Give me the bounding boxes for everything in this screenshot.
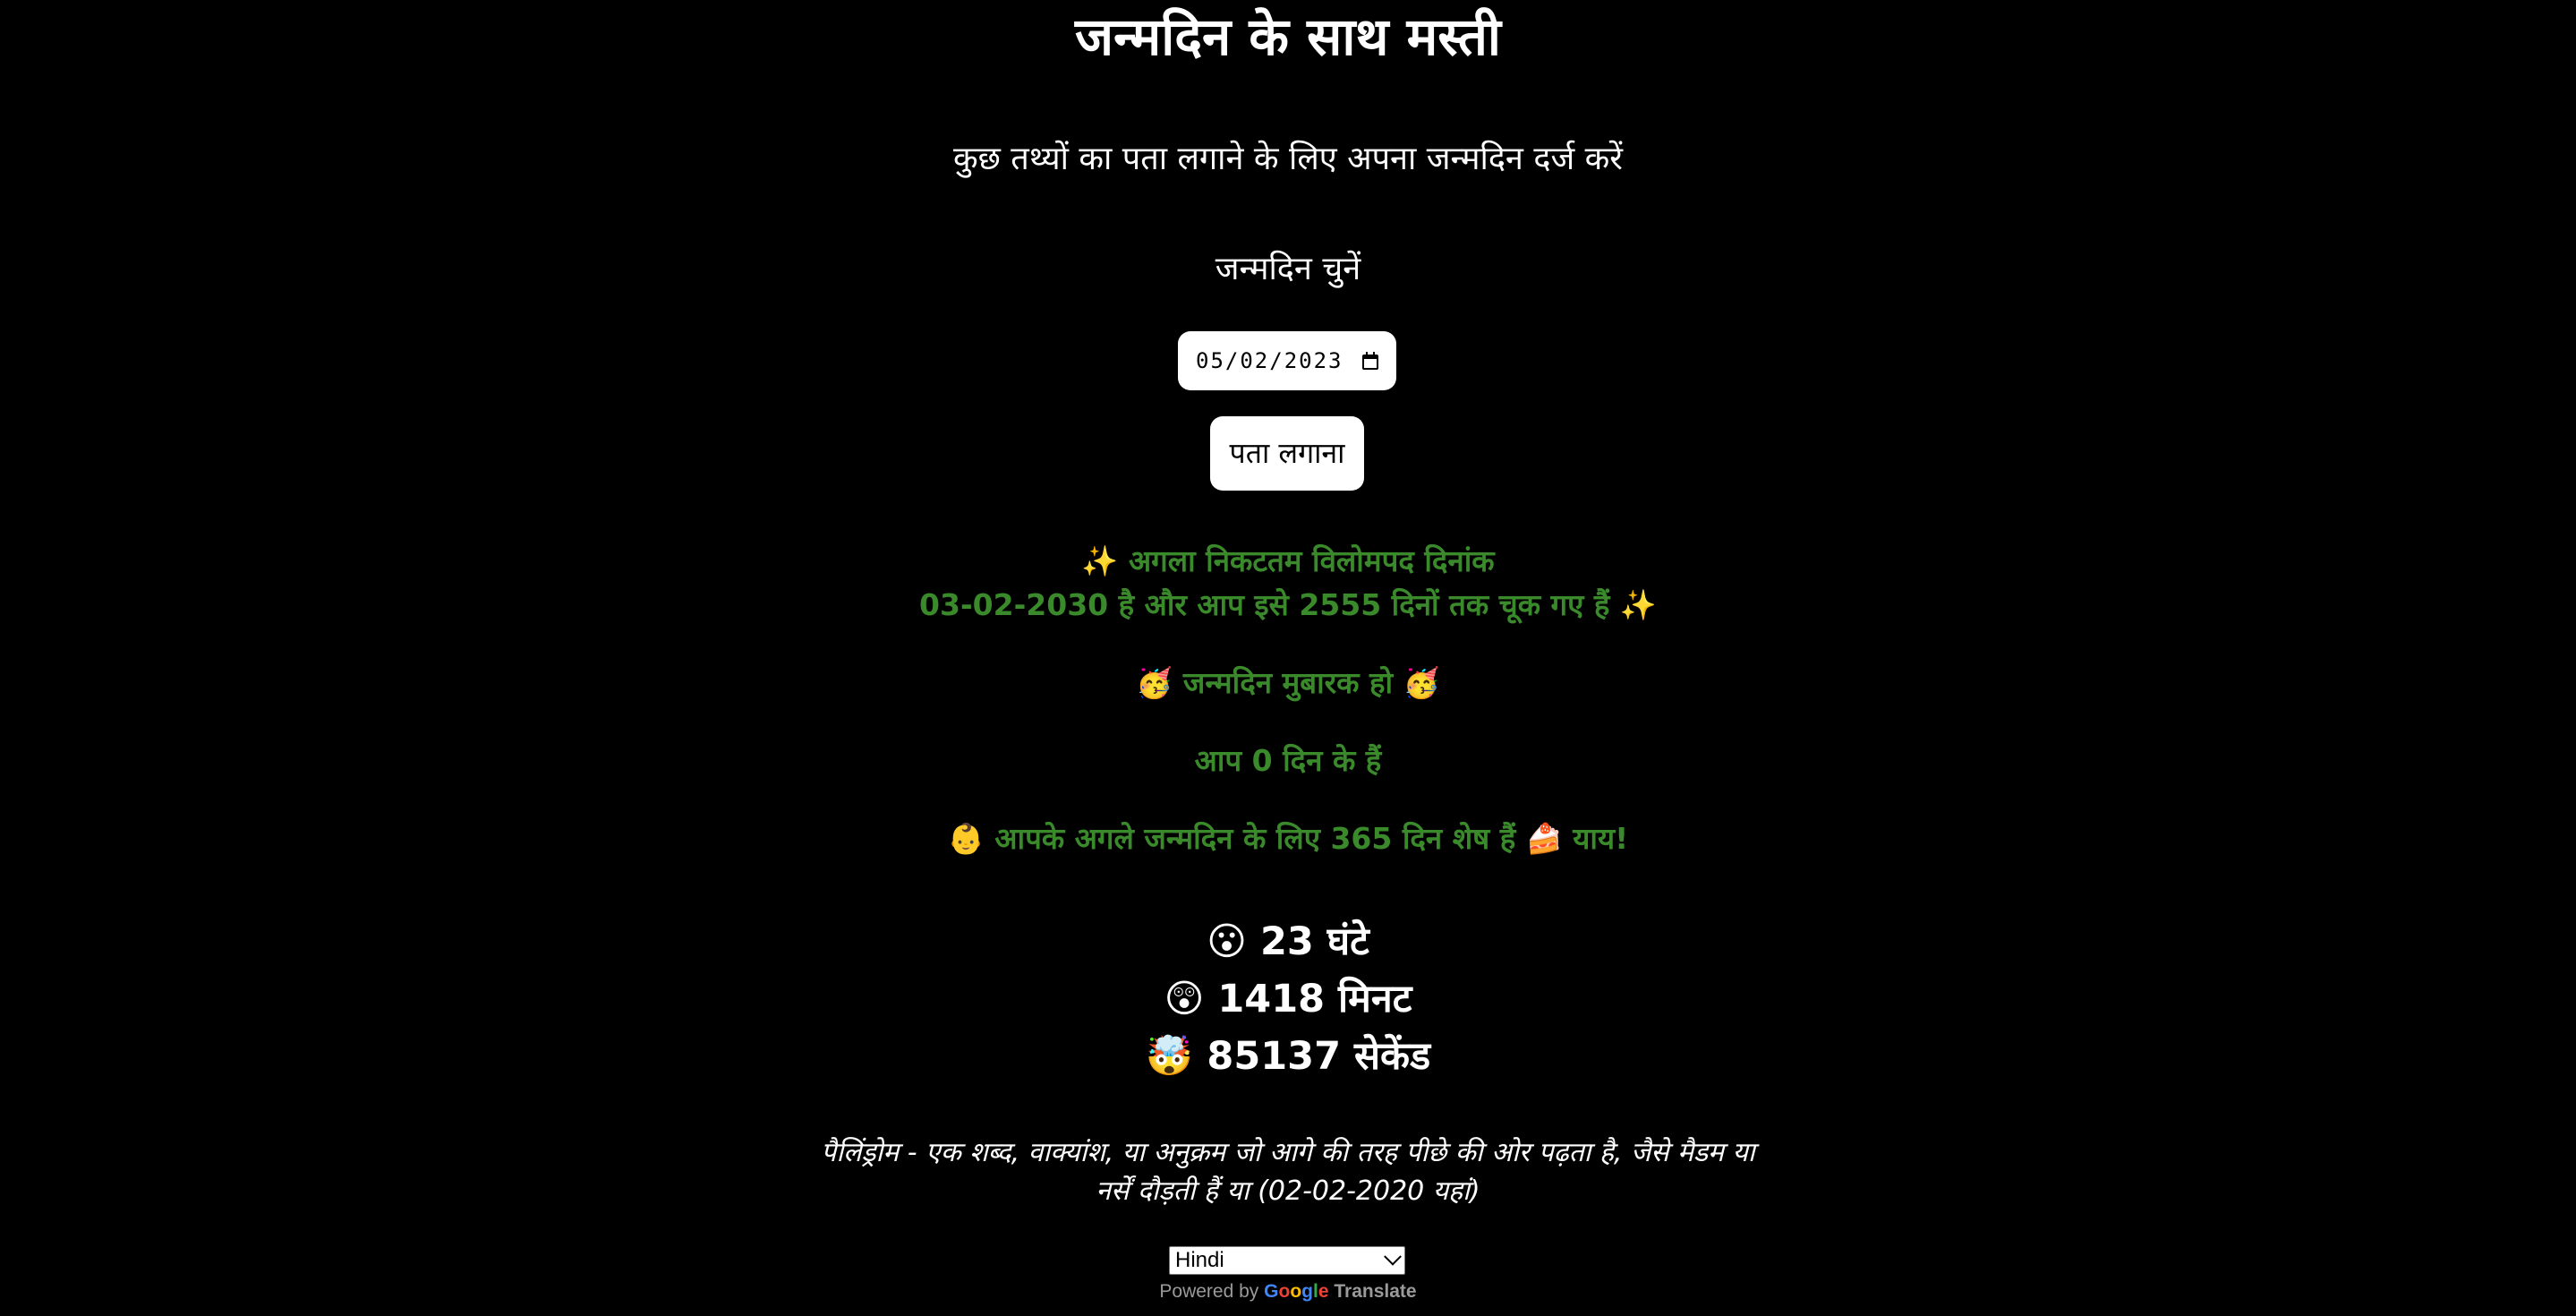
- minutes-stat: 😲 1418 मिनट: [1164, 977, 1412, 1021]
- palindrome-result: ✨ अगला निकटतम विलोमपद दिनांक 03-02-2030 …: [0, 539, 2576, 627]
- seconds-stat: 🤯 85137 सेकेंड: [1145, 1034, 1431, 1079]
- calendar-icon[interactable]: [1362, 352, 1378, 370]
- date-value[interactable]: 05/02/2023: [1196, 348, 1343, 373]
- google-logo[interactable]: Google: [1264, 1281, 1328, 1302]
- birthday-picker-label: जन्मदिन चुनें: [1215, 251, 1361, 287]
- palindrome-definition: पैलिंड्रोम - एक शब्द, वाक्यांश, या अनुक्…: [821, 1137, 1755, 1207]
- powered-by-google-translate: Powered by Google Translate: [0, 1278, 2576, 1305]
- age-result: आप 0 दिन के हैं: [1194, 743, 1382, 778]
- birthday-wish: 🥳 जन्मदिन मुबारक हो 🥳: [1136, 665, 1440, 700]
- translate-link[interactable]: Translate: [1334, 1281, 1416, 1302]
- palindrome-result-line-2: 03-02-2030 है और आप इसे 2555 दिनों तक चू…: [919, 587, 1657, 622]
- page-title: जन्मदिन के साथ मस्ती: [1075, 6, 1501, 67]
- next-birthday-result: 👶 आपके अगले जन्मदिन के लिए 365 दिन शेष ह…: [947, 821, 1629, 856]
- birthday-date-input[interactable]: 05/02/2023: [1178, 331, 1396, 390]
- powered-by-label: Powered by: [1159, 1281, 1259, 1302]
- palindrome-result-line-1: ✨ अगला निकटतम विलोमपद दिनांक: [1081, 543, 1495, 578]
- find-out-button[interactable]: पता लगाना: [1210, 416, 1364, 491]
- page-subtitle: कुछ तथ्यों का पता लगाने के लिए अपना जन्म…: [952, 141, 1624, 177]
- chevron-down-icon[interactable]: [1384, 1247, 1402, 1266]
- hours-stat: 😮 23 घंटे: [1207, 919, 1369, 964]
- language-select[interactable]: Hindi: [1169, 1246, 1405, 1275]
- language-select-value[interactable]: Hindi: [1175, 1248, 1224, 1273]
- page: जन्मदिन के साथ मस्ती कुछ तथ्यों का पता ल…: [0, 0, 2576, 1316]
